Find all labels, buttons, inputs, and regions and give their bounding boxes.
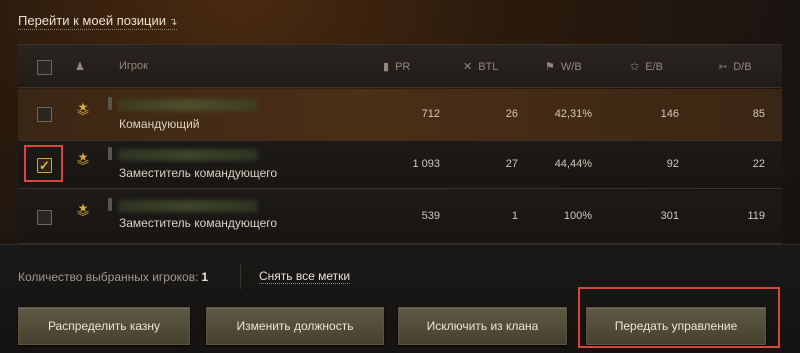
select-all-checkbox[interactable] [37, 60, 52, 75]
role-column-header[interactable]: ♟ [75, 60, 85, 73]
change-role-button[interactable]: Изменить должность [206, 307, 384, 345]
player-column-header[interactable]: Игрок [119, 60, 148, 72]
db-value: 85 [752, 108, 765, 120]
btl-value: 27 [505, 158, 518, 170]
change-role-label: Изменить должность [236, 319, 354, 333]
selected-count-value: 1 [201, 270, 209, 284]
transfer-command-button[interactable]: Передать управление [586, 307, 766, 345]
wb-column-header[interactable]: ⚑ W/B [545, 60, 582, 74]
wb-value: 44,44% [554, 158, 592, 170]
eb-value: 92 [666, 158, 679, 170]
distribute-treasury-label: Распределить казну [47, 319, 161, 333]
player-header-label: Игрок [119, 60, 148, 72]
battles-icon: ✕ [463, 61, 473, 73]
rank-chevron-icon: ★ ︾ [76, 100, 89, 123]
check-icon: ✓ [39, 158, 50, 173]
db-column-header[interactable]: ➳ D/B [718, 60, 752, 74]
pr-value: 539 [421, 210, 440, 222]
pr-column-header[interactable]: ▮ PR [383, 60, 411, 74]
member-role: Заместитель командующего [119, 216, 278, 230]
table-row[interactable]: ★ ︾ Заместитель командующего 539 1 100% 3… [18, 190, 782, 244]
pr-value: 712 [421, 108, 440, 120]
damage-icon: ➳ [718, 61, 728, 73]
btl-column-header[interactable]: ✕ BTL [463, 60, 499, 74]
top-bar: Перейти к моей позиции ↴ [0, 0, 800, 44]
exclude-from-clan-button[interactable]: Исключить из клана [398, 307, 567, 345]
rank-chevron-icon: ★ ︾ [76, 150, 89, 173]
distribute-treasury-button[interactable]: Распределить казну [18, 307, 190, 345]
table-row[interactable]: ★ ︾ Командующий 712 26 42,31% 146 85 [18, 89, 782, 141]
action-footer: Количество выбранных игроков: 1 Снять все… [0, 244, 800, 353]
experience-icon: ✩ [630, 61, 640, 73]
info-icon[interactable] [108, 198, 112, 211]
rank-chevron-icon: ★ ︾ [76, 201, 89, 224]
wb-value: 42,31% [554, 108, 592, 120]
selected-count-label: Количество выбранных игроков: [18, 270, 199, 284]
db-value: 22 [752, 158, 765, 170]
wb-header-label: W/B [560, 60, 582, 73]
member-role: Заместитель командующего [119, 166, 278, 180]
arrow-down-icon: ↴ [169, 17, 178, 28]
role-icon: ♟ [75, 61, 85, 73]
wb-value: 100% [563, 210, 592, 222]
eb-column-header[interactable]: ✩ E/B [630, 60, 663, 74]
divider [240, 263, 241, 289]
go-to-my-position-link[interactable]: Перейти к моей позиции ↴ [18, 13, 178, 30]
eb-header-label: E/B [645, 60, 663, 73]
member-role: Командующий [119, 117, 200, 131]
row-checkbox[interactable] [37, 210, 52, 225]
members-table: ♟ Игрок ▮ PR ✕ BTL ⚑ W/B ✩ E/B ➳ D/B ★ ︾ Коман… [18, 44, 782, 244]
row-checkbox-checked[interactable]: ✓ [37, 158, 52, 173]
pr-header-label: PR [395, 60, 411, 73]
db-value: 119 [747, 210, 765, 222]
eb-value: 301 [660, 210, 679, 222]
db-header-label: D/B [733, 60, 752, 73]
player-name-blurred [118, 200, 258, 212]
info-icon[interactable] [108, 147, 112, 160]
player-name-blurred [118, 149, 258, 161]
btl-header-label: BTL [478, 60, 499, 73]
btl-value: 26 [505, 108, 518, 120]
clear-all-marks-link[interactable]: Снять все метки [259, 269, 351, 284]
btl-value: 1 [511, 210, 518, 222]
pr-icon: ▮ [383, 61, 390, 73]
row-checkbox[interactable] [37, 107, 52, 122]
table-row[interactable]: ✓ ★ ︾ Заместитель командующего 1 093 27 4… [18, 141, 782, 189]
exclude-from-clan-label: Исключить из клана [426, 319, 539, 333]
pr-value: 1 093 [412, 158, 440, 170]
info-icon[interactable] [108, 97, 112, 110]
table-header: ♟ Игрок ▮ PR ✕ BTL ⚑ W/B ✩ E/B ➳ D/B [18, 44, 782, 88]
go-to-my-position-label: Перейти к моей позиции [18, 13, 167, 28]
wins-icon: ⚑ [545, 61, 555, 73]
player-name-blurred [118, 99, 258, 111]
selected-count: Количество выбранных игроков: 1 [18, 270, 208, 284]
transfer-command-label: Передать управление [614, 319, 738, 333]
eb-value: 146 [660, 108, 679, 120]
